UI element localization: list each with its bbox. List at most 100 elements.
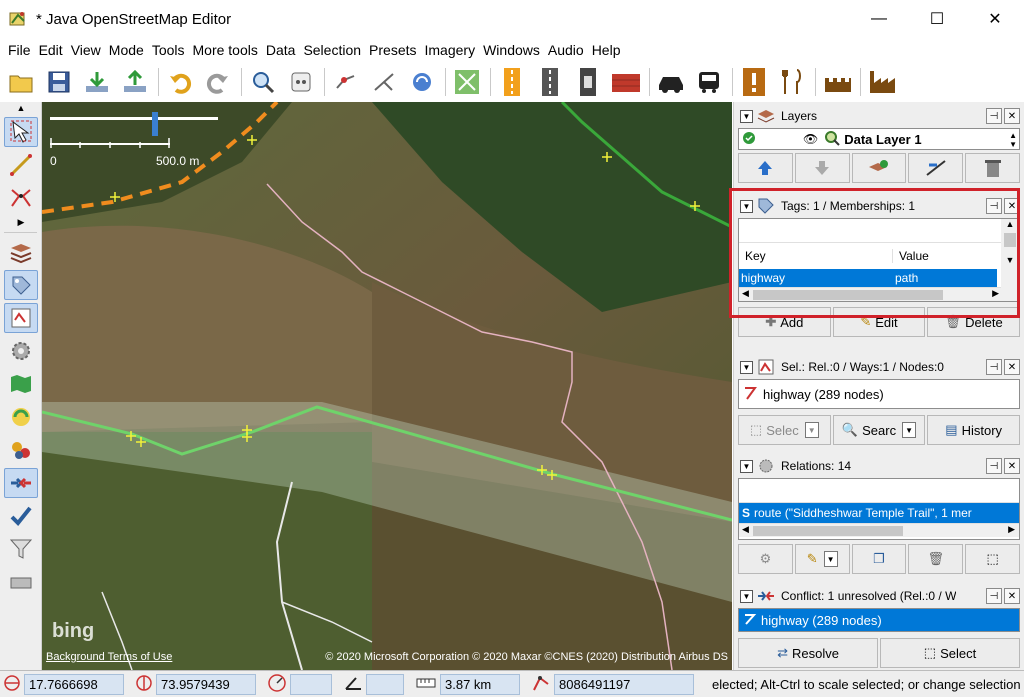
- history-toggle-icon[interactable]: [4, 402, 38, 432]
- conflict-toggle-icon[interactable]: [4, 468, 38, 498]
- collapse-icon[interactable]: ▼: [740, 199, 753, 213]
- building-icon[interactable]: [611, 67, 641, 97]
- car-icon[interactable]: [656, 67, 686, 97]
- detach-icon[interactable]: ⊣: [986, 359, 1002, 375]
- visible-check-icon[interactable]: [743, 131, 755, 147]
- chevron-down-icon[interactable]: ▼: [804, 422, 819, 438]
- castle-icon[interactable]: [822, 67, 852, 97]
- resolve-button[interactable]: ⇄ Resolve: [738, 638, 878, 668]
- minimize-button[interactable]: —: [850, 0, 908, 38]
- menu-data[interactable]: Data: [262, 42, 300, 58]
- menu-file[interactable]: File: [4, 42, 35, 58]
- collapse-icon[interactable]: ▼: [740, 360, 753, 374]
- layer-name[interactable]: Data Layer 1: [844, 132, 921, 147]
- factory-icon[interactable]: [867, 67, 897, 97]
- menu-help[interactable]: Help: [588, 42, 625, 58]
- warning-icon[interactable]: [739, 67, 769, 97]
- list-item[interactable]: highway (289 nodes): [738, 608, 1020, 632]
- menu-imagery[interactable]: Imagery: [421, 42, 480, 58]
- close-icon[interactable]: ✕: [1004, 198, 1020, 214]
- detach-icon[interactable]: ⊣: [986, 588, 1002, 604]
- road-marking-icon[interactable]: [497, 67, 527, 97]
- select-tool-icon[interactable]: [4, 117, 38, 147]
- tag-key[interactable]: highway: [739, 271, 893, 285]
- vertical-scrollbar[interactable]: ▲ ▼: [1001, 219, 1019, 289]
- align-icon[interactable]: [452, 67, 482, 97]
- close-icon[interactable]: ✕: [1004, 359, 1020, 375]
- heading-field[interactable]: [290, 673, 332, 695]
- undo-icon[interactable]: [165, 67, 195, 97]
- tag-value[interactable]: path: [893, 271, 918, 285]
- open-file-icon[interactable]: [6, 67, 36, 97]
- horizontal-scrollbar[interactable]: ◀ ▶: [739, 287, 1019, 301]
- preferences-icon[interactable]: [286, 67, 316, 97]
- traffic-light-icon[interactable]: [573, 67, 603, 97]
- maximize-button[interactable]: ☐: [908, 0, 966, 38]
- selection-list-icon[interactable]: [4, 303, 38, 333]
- detach-icon[interactable]: ⊣: [986, 198, 1002, 214]
- relations-toggle-icon[interactable]: [4, 435, 38, 465]
- duplicate-relation-button[interactable]: ❐: [851, 544, 907, 574]
- tags-toggle-icon[interactable]: [4, 270, 38, 300]
- draw-tool-icon[interactable]: [4, 150, 38, 180]
- select-conflict-button[interactable]: ⬚ Select: [880, 638, 1020, 668]
- delete-relation-button[interactable]: 🗑: [908, 544, 964, 574]
- chevron-down-icon[interactable]: ▼: [823, 551, 838, 567]
- combine-way-icon[interactable]: [369, 67, 399, 97]
- detach-icon[interactable]: ⊣: [986, 458, 1002, 474]
- map-paint-icon[interactable]: [4, 369, 38, 399]
- bus-icon[interactable]: [694, 67, 724, 97]
- move-up-button[interactable]: [738, 153, 793, 183]
- collapse-icon[interactable]: ▼: [740, 589, 753, 603]
- collapse-icon[interactable]: ▼: [740, 109, 753, 123]
- map-scale-bar[interactable]: 0 500.0 m: [50, 110, 240, 170]
- conflict-item[interactable]: highway (289 nodes): [761, 613, 882, 628]
- menu-windows[interactable]: Windows: [479, 42, 544, 58]
- layer-scroll-icon[interactable]: ▲ ▼: [1009, 131, 1017, 149]
- audio-icon[interactable]: [4, 567, 38, 597]
- list-item[interactable]: S route ("Siddheshwar Temple Trail", 1 m…: [739, 503, 1019, 523]
- move-down-button[interactable]: [794, 153, 850, 183]
- filter-icon[interactable]: [4, 534, 38, 564]
- menu-edit[interactable]: Edit: [35, 42, 67, 58]
- menu-audio[interactable]: Audio: [544, 42, 588, 58]
- activate-layer-button[interactable]: [851, 153, 907, 183]
- value-column-header[interactable]: Value: [893, 249, 929, 263]
- menu-view[interactable]: View: [67, 42, 105, 58]
- split-way-icon[interactable]: [331, 67, 361, 97]
- highway-icon[interactable]: [535, 67, 565, 97]
- select-button[interactable]: ⬚ Selec ▼: [738, 415, 831, 445]
- save-icon[interactable]: [44, 67, 74, 97]
- scroll-right-icon[interactable]: ▶: [4, 216, 38, 228]
- table-row[interactable]: highway path: [739, 269, 997, 287]
- upload-icon[interactable]: [120, 67, 150, 97]
- delete-tag-button[interactable]: 🗑 Delete: [927, 307, 1021, 337]
- download-icon[interactable]: [82, 67, 112, 97]
- validation-icon[interactable]: [4, 501, 38, 531]
- chevron-down-icon[interactable]: ▼: [902, 422, 917, 438]
- horizontal-scrollbar[interactable]: ◀ ▶: [739, 523, 1019, 537]
- menu-presets[interactable]: Presets: [365, 42, 420, 58]
- selection-item[interactable]: highway (289 nodes): [763, 387, 884, 402]
- scroll-up-icon[interactable]: ▲: [4, 102, 38, 114]
- edit-tag-button[interactable]: ✎ Edit: [832, 307, 926, 337]
- eye-icon[interactable]: 👁: [803, 132, 818, 146]
- object-id-field[interactable]: 8086491197: [554, 673, 694, 695]
- close-button[interactable]: ✕: [966, 0, 1024, 38]
- relation-item[interactable]: route ("Siddheshwar Temple Trail", 1 mer: [754, 506, 972, 520]
- preferences-toggle-icon[interactable]: [4, 336, 38, 366]
- restaurant-icon[interactable]: [777, 67, 807, 97]
- search-button[interactable]: 🔍 Searc ▼: [832, 415, 926, 445]
- close-icon[interactable]: ✕: [1004, 458, 1020, 474]
- map-view[interactable]: 0 500.0 m bing Background Terms of Use ©…: [42, 102, 732, 670]
- select-relation-button[interactable]: ⬚: [965, 544, 1020, 574]
- improve-way-tool-icon[interactable]: [4, 183, 38, 213]
- delete-layer-button[interactable]: [965, 153, 1020, 183]
- history-button[interactable]: ▤ History: [927, 415, 1021, 445]
- longitude-field[interactable]: 73.9579439: [156, 673, 256, 695]
- visibility-button[interactable]: [908, 153, 964, 183]
- close-icon[interactable]: ✕: [1004, 108, 1020, 124]
- zoom-icon[interactable]: [248, 67, 278, 97]
- key-column-header[interactable]: Key: [739, 249, 893, 263]
- detach-icon[interactable]: ⊣: [986, 108, 1002, 124]
